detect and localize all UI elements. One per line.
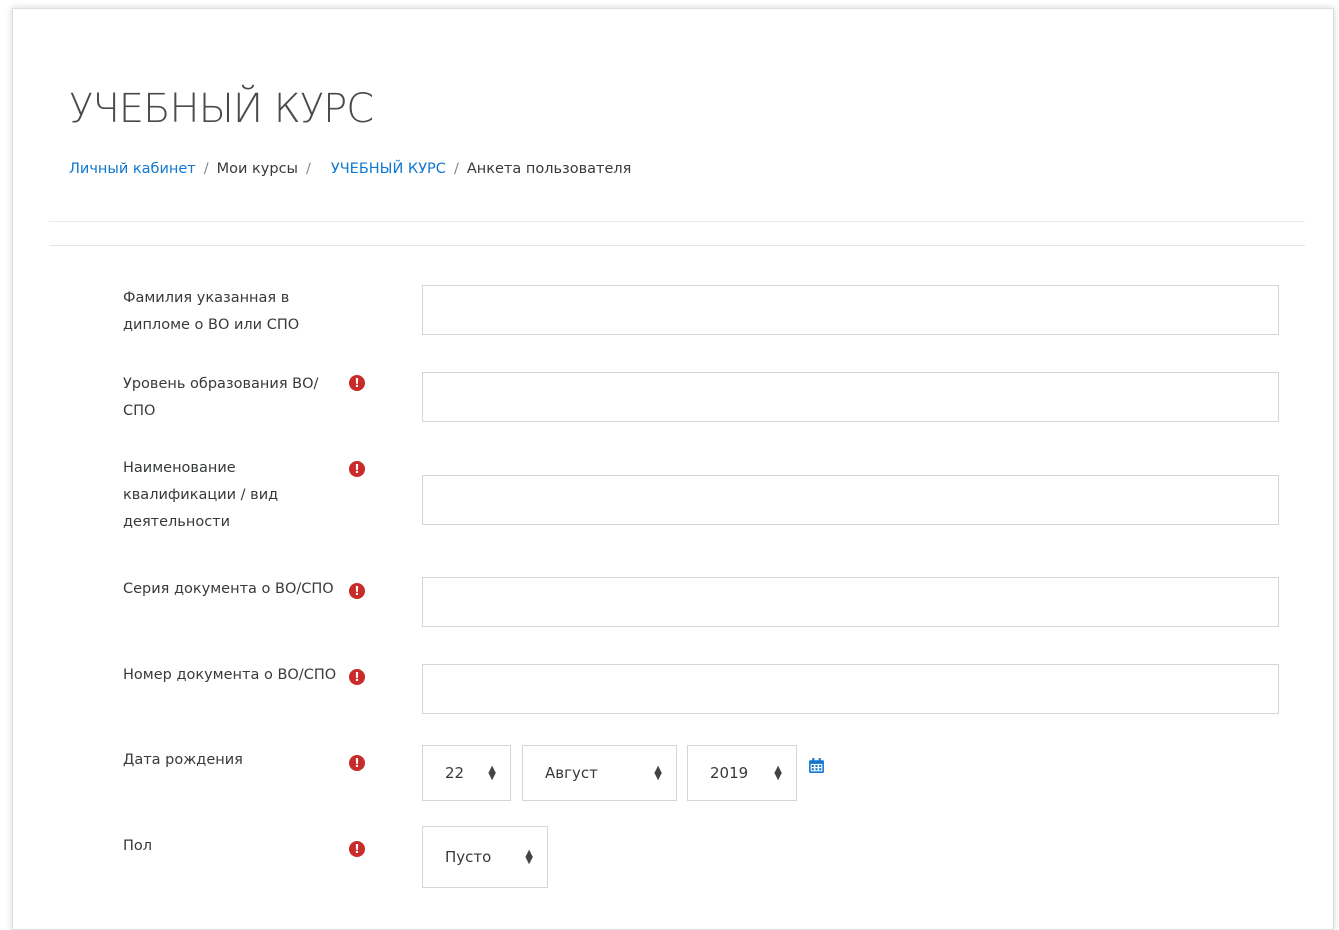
document-series-input[interactable] (422, 577, 1279, 627)
required-icon: ! (349, 669, 365, 685)
field-label-document-series: Серия документа о ВО/СПО (123, 581, 334, 597)
diploma-surname-input[interactable] (422, 285, 1279, 335)
field-label-gender: Пол (123, 838, 153, 854)
birth-day-select[interactable]: 22 ▲ ▼ (422, 745, 511, 801)
field-label-qualification: Наименование квалификации / вид деятельн… (123, 460, 279, 530)
sort-arrows-icon: ▲ ▼ (525, 848, 533, 866)
breadcrumb-item-course[interactable]: УЧЕБНЫЙ КУРС (331, 161, 446, 177)
document-number-input[interactable] (422, 664, 1279, 714)
birth-day-value: 22 (445, 764, 465, 782)
field-label-birth-date: Дата рождения (123, 752, 243, 768)
breadcrumb-separator: / (203, 161, 209, 177)
field-label-document-number: Номер документа о ВО/СПО (123, 667, 337, 683)
sort-arrows-icon: ▲ ▼ (488, 764, 496, 782)
breadcrumb: Личный кабинет / Мои курсы / УЧЕБНЫЙ КУР… (69, 161, 631, 177)
required-icon: ! (349, 583, 365, 599)
breadcrumb-item-dashboard[interactable]: Личный кабинет (69, 161, 196, 177)
breadcrumb-separator: / (453, 161, 459, 177)
field-label-diploma-surname: Фамилия указанная в дипломе о ВО или СПО (123, 290, 300, 333)
qualification-input[interactable] (422, 475, 1279, 525)
required-icon: ! (349, 375, 365, 391)
birth-year-value: 2019 (710, 764, 749, 782)
education-level-input[interactable] (422, 372, 1279, 422)
gender-select[interactable]: Пусто ▲ ▼ (422, 826, 548, 888)
breadcrumb-item-current: Анкета пользователя (466, 161, 632, 177)
gender-value: Пусто (445, 848, 492, 866)
required-icon: ! (349, 841, 365, 857)
required-icon: ! (349, 461, 365, 477)
birth-month-value: Август (545, 764, 598, 782)
divider (49, 245, 1305, 246)
field-label-education-level: Уровень образования ВО/СПО (123, 376, 319, 419)
page-title: УЧЕБНЫЙ КУРС (69, 86, 374, 132)
required-icon: ! (349, 755, 365, 771)
divider (49, 221, 1305, 222)
sort-arrows-icon: ▲ ▼ (774, 764, 782, 782)
calendar-icon[interactable] (808, 757, 825, 774)
breadcrumb-item-my-courses: Мои курсы (216, 161, 298, 177)
page-card: УЧЕБНЫЙ КУРС Личный кабинет / Мои курсы … (12, 8, 1334, 930)
sort-arrows-icon: ▲ ▼ (654, 764, 662, 782)
birth-month-select[interactable]: Август ▲ ▼ (522, 745, 677, 801)
birth-year-select[interactable]: 2019 ▲ ▼ (687, 745, 797, 801)
breadcrumb-separator: / (306, 161, 311, 177)
